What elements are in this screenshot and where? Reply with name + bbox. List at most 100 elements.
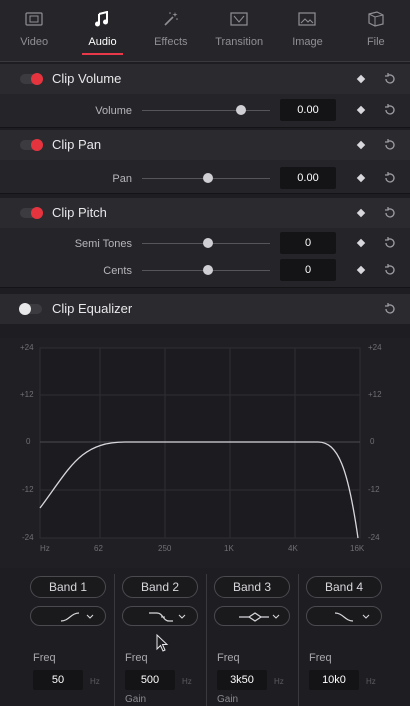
db-label: -24: [22, 533, 34, 542]
db-label: -12: [22, 485, 34, 494]
reset-icon[interactable]: [383, 206, 397, 220]
freq-axis-label: Hz: [40, 544, 50, 553]
band-divider: [298, 574, 299, 706]
reset-icon[interactable]: [383, 103, 397, 117]
volume-slider[interactable]: [142, 110, 270, 111]
semitones-field[interactable]: 0: [280, 232, 336, 254]
keyframe-icon[interactable]: [356, 105, 366, 115]
mouse-cursor-icon: [156, 634, 169, 652]
clip-eq-header: Clip Equalizer: [0, 294, 410, 324]
cents-field[interactable]: 0: [280, 259, 336, 281]
tab-transition[interactable]: Transition: [205, 0, 273, 61]
reset-icon[interactable]: [383, 171, 397, 185]
clip-volume-toggle[interactable]: [20, 73, 43, 85]
band-4-shape-select[interactable]: [306, 606, 382, 626]
cents-slider-knob[interactable]: [203, 265, 213, 275]
volume-slider-knob[interactable]: [236, 105, 246, 115]
db-label-right: -24: [368, 533, 380, 542]
clip-volume-section: Clip Volume Volume 0.00: [0, 64, 410, 128]
freq-axis-label: 1K: [224, 544, 234, 553]
band-divider: [114, 574, 115, 706]
db-label-right: 0: [370, 437, 375, 446]
volume-field[interactable]: 0.00: [280, 99, 336, 121]
band-3-freq-label: Freq: [217, 652, 240, 664]
pan-slider-knob[interactable]: [203, 173, 213, 183]
inspector-tab-bar: Video Audio Effects Transition Image Fil…: [0, 0, 410, 62]
pan-label: Pan: [112, 173, 132, 185]
db-label-right: +24: [368, 343, 382, 352]
reset-icon[interactable]: [383, 263, 397, 277]
band-2-button[interactable]: Band 2: [122, 576, 198, 598]
clip-pitch-title: Clip Pitch: [52, 205, 107, 220]
band-3-unit: Hz: [274, 677, 284, 686]
clip-eq-toggle[interactable]: [19, 303, 42, 315]
band-4-button[interactable]: Band 4: [306, 576, 382, 598]
band-1-unit: Hz: [90, 677, 100, 686]
clip-pitch-toggle[interactable]: [20, 207, 43, 219]
band-2-unit: Hz: [182, 677, 192, 686]
band-1-freq-label: Freq: [33, 652, 56, 664]
band-2-freq-label: Freq: [125, 652, 148, 664]
semitones-slider-knob[interactable]: [203, 238, 213, 248]
bell-shape-icon: [239, 612, 280, 622]
freq-axis-label: 4K: [288, 544, 298, 553]
tab-video[interactable]: Video: [0, 0, 68, 61]
band-2-shape-select[interactable]: [122, 606, 198, 626]
volume-label: Volume: [95, 105, 132, 117]
freq-axis-label: 16K: [350, 544, 365, 553]
tab-file[interactable]: File: [342, 0, 410, 61]
high-pass-shape-icon: [60, 612, 94, 622]
cents-label: Cents: [103, 265, 132, 277]
band-3-shape-select[interactable]: [214, 606, 290, 626]
band-4-freq-field[interactable]: 10k0: [309, 670, 359, 690]
tab-transition-label: Transition: [215, 36, 264, 48]
tab-image[interactable]: Image: [273, 0, 341, 61]
image-icon: [296, 10, 318, 28]
music-note-icon: [91, 10, 113, 28]
eq-graph-area[interactable]: +24 +12 0 -12 -24 +24 +12 0 -12 -24 Hz 6…: [0, 338, 410, 568]
reset-icon[interactable]: [383, 138, 397, 152]
band-4-unit: Hz: [366, 677, 376, 686]
band-3-button[interactable]: Band 3: [214, 576, 290, 598]
clip-pan-toggle[interactable]: [20, 139, 43, 151]
db-label-right: -12: [368, 485, 380, 494]
db-label-right: +12: [368, 390, 382, 399]
tab-image-label: Image: [292, 36, 323, 48]
keyframe-icon[interactable]: [356, 74, 366, 84]
low-shelf-shape-icon: [149, 612, 186, 622]
reset-icon[interactable]: [383, 302, 397, 316]
eq-curve-graph[interactable]: [0, 338, 410, 568]
clip-pan-section: Clip Pan Pan 0.00: [0, 130, 410, 194]
band-2-freq-field[interactable]: 500: [125, 670, 175, 690]
tab-audio[interactable]: Audio: [68, 0, 136, 61]
keyframe-icon[interactable]: [356, 265, 366, 275]
band-divider: [206, 574, 207, 706]
freq-axis-label: 62: [94, 544, 103, 553]
band-1-shape-select[interactable]: [30, 606, 106, 626]
keyframe-icon[interactable]: [356, 208, 366, 218]
keyframe-icon[interactable]: [356, 238, 366, 248]
reset-icon[interactable]: [383, 236, 397, 250]
tab-effects[interactable]: Effects: [137, 0, 205, 61]
band-3-gain-label: Gain: [217, 694, 239, 705]
clip-volume-title: Clip Volume: [52, 71, 122, 86]
db-label: 0: [26, 437, 31, 446]
db-label: +24: [20, 343, 34, 352]
tab-effects-label: Effects: [154, 36, 188, 48]
keyframe-icon[interactable]: [356, 173, 366, 183]
video-icon: [23, 10, 45, 28]
file-icon: [365, 10, 387, 28]
pan-field[interactable]: 0.00: [280, 167, 336, 189]
freq-axis-label: 250: [158, 544, 172, 553]
band-1-button[interactable]: Band 1: [30, 576, 106, 598]
tab-audio-label: Audio: [88, 36, 117, 48]
clip-pan-header: Clip Pan: [0, 130, 410, 160]
magic-wand-icon: [160, 10, 182, 28]
reset-icon[interactable]: [383, 72, 397, 86]
band-3-freq-field[interactable]: 3k50: [217, 670, 267, 690]
band-4-freq-label: Freq: [309, 652, 332, 664]
db-label: +12: [20, 390, 34, 399]
band-1-freq-field[interactable]: 50: [33, 670, 83, 690]
clip-eq-title: Clip Equalizer: [52, 301, 133, 316]
keyframe-icon[interactable]: [356, 140, 366, 150]
